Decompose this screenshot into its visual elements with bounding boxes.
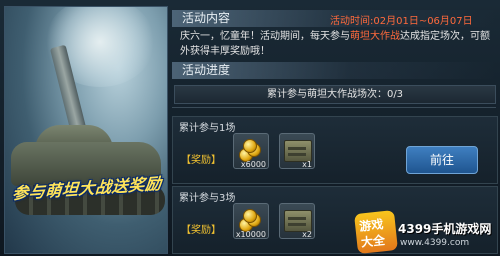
divider: [172, 107, 496, 108]
site-watermark: 游戏 大全 4399手机游戏网 www.4399.com: [354, 210, 500, 254]
logo-bottom-text: 大全: [360, 233, 386, 250]
desc-highlight: 萌坦大作战: [350, 31, 400, 42]
ammo-crate-icon: [284, 140, 312, 162]
watermark-brand: 4399手机游戏网: [398, 222, 492, 236]
reward-qty: x6000: [240, 160, 266, 169]
reward-slot[interactable]: x10000: [233, 203, 269, 239]
gold-coins-icon: [239, 139, 261, 162]
reward-qty: x10000: [235, 230, 266, 239]
activity-time: 活动时间:02月01日~06月07日: [330, 16, 473, 27]
activity-window: 参与萌坦大战送奖励 活动内容 活动时间:02月01日~06月07日 庆六一，忆童…: [0, 0, 500, 256]
ammo-crate-icon: [284, 210, 312, 232]
reward-qty: x1: [302, 160, 312, 169]
reward-slot[interactable]: x6000: [233, 133, 269, 169]
event-banner: 参与萌坦大战送奖励: [4, 6, 168, 254]
watermark-url: www.4399.com: [400, 238, 470, 248]
reward-label: 【奖励】: [181, 225, 221, 236]
reward-qty: x2: [302, 230, 312, 239]
go-button[interactable]: 前往: [406, 146, 478, 174]
activity-progress-heading: 活动进度: [172, 62, 496, 79]
gold-coins-icon: [239, 209, 261, 232]
desc-text-1: 庆六一，忆童年！活动期间，每天参与: [180, 31, 350, 42]
reward-label: 【奖励】: [181, 155, 221, 166]
reward-title: 累计参与1场: [179, 123, 236, 134]
reward-slot[interactable]: x1: [279, 133, 315, 169]
reward-slot[interactable]: x2: [279, 203, 315, 239]
site-logo-icon: 游戏 大全: [354, 210, 398, 254]
reward-title: 累计参与3场: [179, 193, 236, 204]
progress-text: 累计参与萌坦大作战场次：0/3: [174, 85, 496, 104]
activity-description: 庆六一，忆童年！活动期间，每天参与萌坦大作战达成指定场次，可额外获得丰厚奖励哦！: [180, 29, 492, 59]
